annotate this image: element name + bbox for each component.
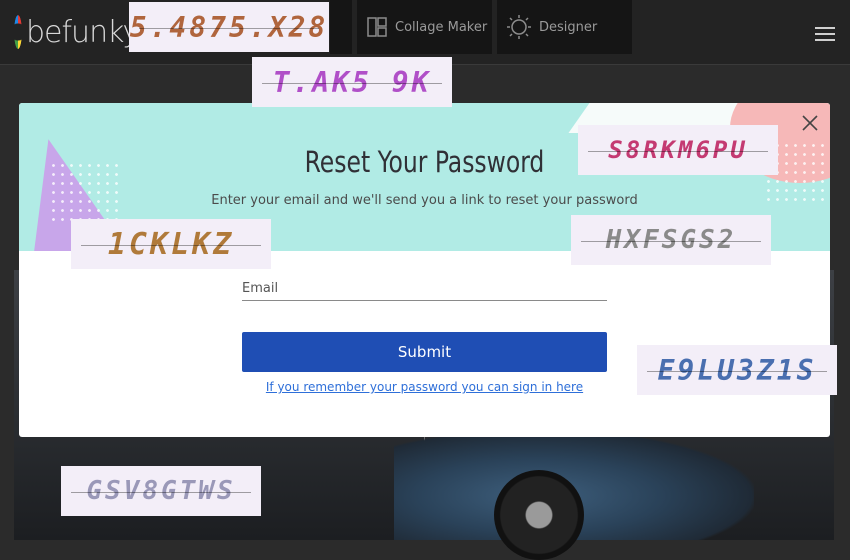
nav-collage-maker[interactable]: Collage Maker	[357, 0, 492, 54]
modal-subtitle: Enter your email and we'll send you a li…	[211, 193, 638, 208]
hamburger-icon[interactable]	[815, 27, 835, 41]
captcha-image: T.AK5 9K	[252, 57, 452, 107]
collage-icon	[367, 17, 387, 37]
captcha-image: GSV8GTWS	[61, 466, 261, 516]
logo-text: befunky	[26, 14, 140, 50]
captcha-image: E9LU3Z1S	[637, 345, 837, 395]
email-field[interactable]	[242, 276, 607, 301]
captcha-image: S8RKM6PU	[578, 125, 778, 175]
logo-ring-icon	[14, 15, 22, 49]
captcha-image: 1CKLKZ	[71, 219, 271, 269]
nav-collage-label: Collage Maker	[395, 19, 488, 35]
nav-designer-label: Designer	[539, 19, 598, 35]
designer-icon	[507, 15, 531, 39]
top-bar: befunky Collage Maker Designer	[0, 0, 850, 65]
captcha-image: HXFSGS2	[571, 215, 771, 265]
close-icon[interactable]	[800, 113, 820, 133]
captcha-image: 5.4875.X28	[129, 2, 329, 52]
nav-photo-editor[interactable]	[330, 0, 352, 54]
befunky-logo[interactable]: befunky	[14, 10, 140, 54]
submit-button[interactable]: Submit	[242, 332, 607, 372]
nav-designer[interactable]: Designer	[497, 0, 632, 54]
